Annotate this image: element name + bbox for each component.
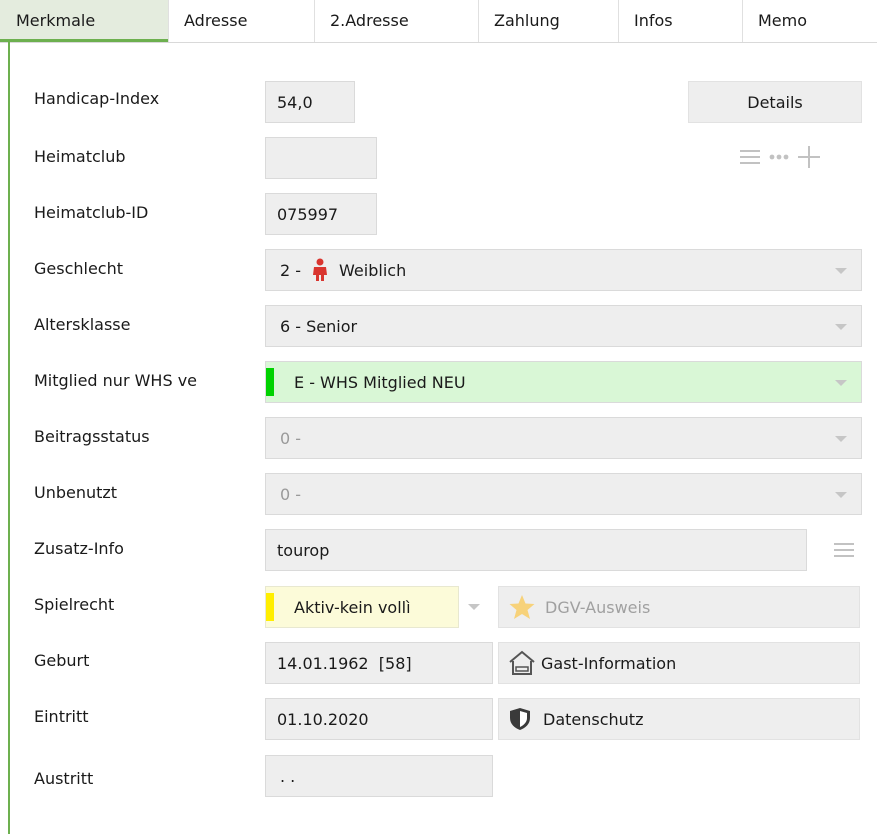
heimatclub-field[interactable]	[265, 137, 377, 179]
chevron-down-icon[interactable]	[835, 380, 847, 386]
panel-left-border	[8, 42, 10, 834]
beitragsstatus-value: 0 -	[280, 428, 302, 448]
add-icon[interactable]	[797, 145, 821, 169]
tab-2-adresse[interactable]: 2.Adresse	[314, 0, 478, 42]
geschlecht-select[interactable]: 2 - Weiblich	[265, 249, 862, 291]
geschlecht-value: Weiblich	[339, 260, 407, 280]
heimatclub-label: Heimatclub	[34, 147, 126, 166]
heimatclub-id-field[interactable]: 075997	[265, 193, 377, 235]
heimatclub-id-label: Heimatclub-ID	[34, 203, 149, 222]
unbenutzt-value: 0 -	[280, 484, 302, 504]
gast-information-button[interactable]: Gast-Information	[498, 642, 860, 684]
list-icon[interactable]	[834, 541, 856, 559]
austritt-value: . .	[280, 766, 296, 786]
unbenutzt-select[interactable]: 0 -	[265, 473, 862, 515]
mitglied-select[interactable]: E - WHS Mitglied NEU	[265, 361, 862, 403]
altersklasse-value: 6 - Senior	[280, 316, 358, 336]
tab-infos[interactable]: Infos	[618, 0, 742, 42]
handicap-label: Handicap-Index	[34, 89, 160, 108]
gast-information-label: Gast-Information	[541, 653, 677, 673]
house-icon	[509, 650, 535, 675]
shield-icon	[510, 708, 530, 730]
more-icon[interactable]	[768, 150, 792, 164]
tab-memo[interactable]: Memo	[742, 0, 877, 42]
eintritt-value: 01.10.2020	[277, 709, 369, 729]
austritt-label: Austritt	[34, 769, 94, 788]
geschlecht-label: Geschlecht	[34, 259, 124, 278]
tab-label: Adresse	[184, 11, 248, 30]
zusatz-info-field[interactable]: tourop	[265, 529, 807, 571]
chevron-down-icon[interactable]	[835, 436, 847, 442]
beitragsstatus-select[interactable]: 0 -	[265, 417, 862, 459]
chevron-down-icon[interactable]	[835, 324, 847, 330]
eintritt-label: Eintritt	[34, 707, 89, 726]
altersklasse-select[interactable]: 6 - Senior	[265, 305, 862, 347]
spielrecht-value: Aktiv-kein vollì	[294, 597, 411, 617]
beitragsstatus-label: Beitragsstatus	[34, 427, 150, 446]
spielrecht-select[interactable]: Aktiv-kein vollì	[265, 586, 459, 628]
star-icon	[509, 595, 535, 619]
status-color-marker	[266, 593, 274, 621]
spielrecht-label: Spielrecht	[34, 595, 115, 614]
tab-label: Zahlung	[494, 11, 560, 30]
tab-label: Memo	[758, 11, 808, 30]
tab-label: 2.Adresse	[330, 11, 409, 30]
eintritt-field[interactable]: 01.10.2020	[265, 698, 493, 740]
austritt-field[interactable]: . .	[265, 755, 493, 797]
mitglied-label: Mitglied nur WHS ve	[34, 371, 198, 390]
details-button[interactable]: Details	[688, 81, 862, 123]
tab-adresse[interactable]: Adresse	[168, 0, 314, 42]
dgv-ausweis-button[interactable]: DGV-Ausweis	[498, 586, 860, 628]
altersklasse-label: Altersklasse	[34, 315, 131, 334]
geschlecht-code: 2 -	[280, 260, 302, 280]
zusatz-info-label: Zusatz-Info	[34, 539, 124, 558]
geburt-value: 14.01.1962 [58]	[277, 653, 412, 673]
tab-bar: Merkmale Adresse 2.Adresse Zahlung Infos…	[0, 0, 877, 43]
heimatclub-id-value: 075997	[277, 204, 339, 224]
chevron-down-icon[interactable]	[468, 604, 480, 610]
datenschutz-button[interactable]: Datenschutz	[498, 698, 860, 740]
tab-zahlung[interactable]: Zahlung	[478, 0, 618, 42]
chevron-down-icon[interactable]	[835, 268, 847, 274]
unbenutzt-label: Unbenutzt	[34, 483, 118, 502]
female-icon	[313, 258, 328, 281]
datenschutz-label: Datenschutz	[543, 709, 644, 729]
status-color-marker	[266, 368, 274, 396]
geburt-field[interactable]: 14.01.1962 [58]	[265, 642, 493, 684]
geburt-label: Geburt	[34, 651, 90, 670]
handicap-value: 54,0	[277, 92, 313, 112]
mitglied-value: E - WHS Mitglied NEU	[294, 372, 466, 392]
tab-merkmale[interactable]: Merkmale	[0, 0, 168, 42]
details-button-label: Details	[747, 92, 803, 112]
list-icon[interactable]	[740, 148, 762, 166]
zusatz-info-value: tourop	[277, 540, 330, 560]
tab-label: Infos	[634, 11, 673, 30]
dgv-ausweis-label: DGV-Ausweis	[545, 597, 651, 617]
handicap-field[interactable]: 54,0	[265, 81, 355, 123]
tab-label: Merkmale	[16, 11, 96, 30]
chevron-down-icon[interactable]	[835, 492, 847, 498]
